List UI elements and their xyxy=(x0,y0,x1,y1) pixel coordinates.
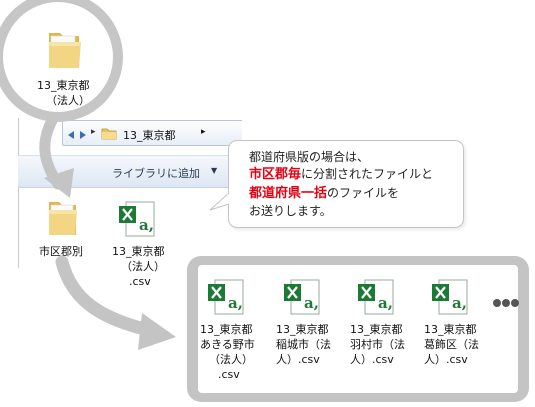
callout-highlight-prefecture: 都道府県一括 xyxy=(249,186,328,201)
file-2-line2: 稲城市（法 xyxy=(276,338,331,351)
file-3-line3: 人）.csv xyxy=(350,353,394,366)
excel-csv-icon[interactable]: a, xyxy=(282,278,322,316)
callout-highlight-municipal: 市区郡毎 xyxy=(249,167,302,182)
callout-line4: お送りします。 xyxy=(249,204,332,218)
file-2-line3: 人）.csv xyxy=(276,353,320,366)
svg-text:a,: a, xyxy=(304,294,319,312)
callout-line3: 都道府県一括のファイルを xyxy=(249,185,399,202)
file-4-line2: 葛飾区（法 xyxy=(424,338,479,351)
file-4-line1: 13_東京都 xyxy=(424,323,477,336)
ellipsis-icon xyxy=(493,298,519,308)
excel-csv-icon[interactable]: a, xyxy=(356,278,396,316)
callout-line2-rest: に分割されたファイルと xyxy=(301,167,434,181)
top-folder-label-line1: 13_東京都 xyxy=(37,79,90,92)
top-folder-label-line2: （法人） xyxy=(46,94,90,107)
file-1-line1: 13_東京都 xyxy=(200,323,253,336)
file-2-line1: 13_東京都 xyxy=(276,323,329,336)
file-1-line4: .csv xyxy=(218,368,240,381)
callout-line1: 都道府県版の場合は、 xyxy=(249,150,370,164)
svg-text:a,: a, xyxy=(228,294,243,312)
svg-text:a,: a, xyxy=(452,294,467,312)
callout-line3-rest: のファイルを xyxy=(327,186,400,200)
excel-csv-icon[interactable]: a, xyxy=(430,278,470,316)
file-1-line3: （法人） xyxy=(209,353,253,366)
file-4-line3: 人）.csv xyxy=(424,353,468,366)
svg-text:a,: a, xyxy=(378,294,393,312)
file-3-line1: 13_東京都 xyxy=(350,323,403,336)
callout-bubble: 都道府県版の場合は、 市区郡毎に分割されたファイルと 都道府県一括のファイルを … xyxy=(228,140,464,228)
folder-icon[interactable] xyxy=(45,28,85,72)
callout-line2: 市区郡毎に分割されたファイルと xyxy=(249,166,433,183)
callout-tail xyxy=(209,192,231,211)
file-3-line2: 羽村市（法 xyxy=(350,338,405,351)
file-1-line2: あきる野市 xyxy=(200,338,255,351)
excel-csv-icon[interactable]: a, xyxy=(206,278,246,316)
